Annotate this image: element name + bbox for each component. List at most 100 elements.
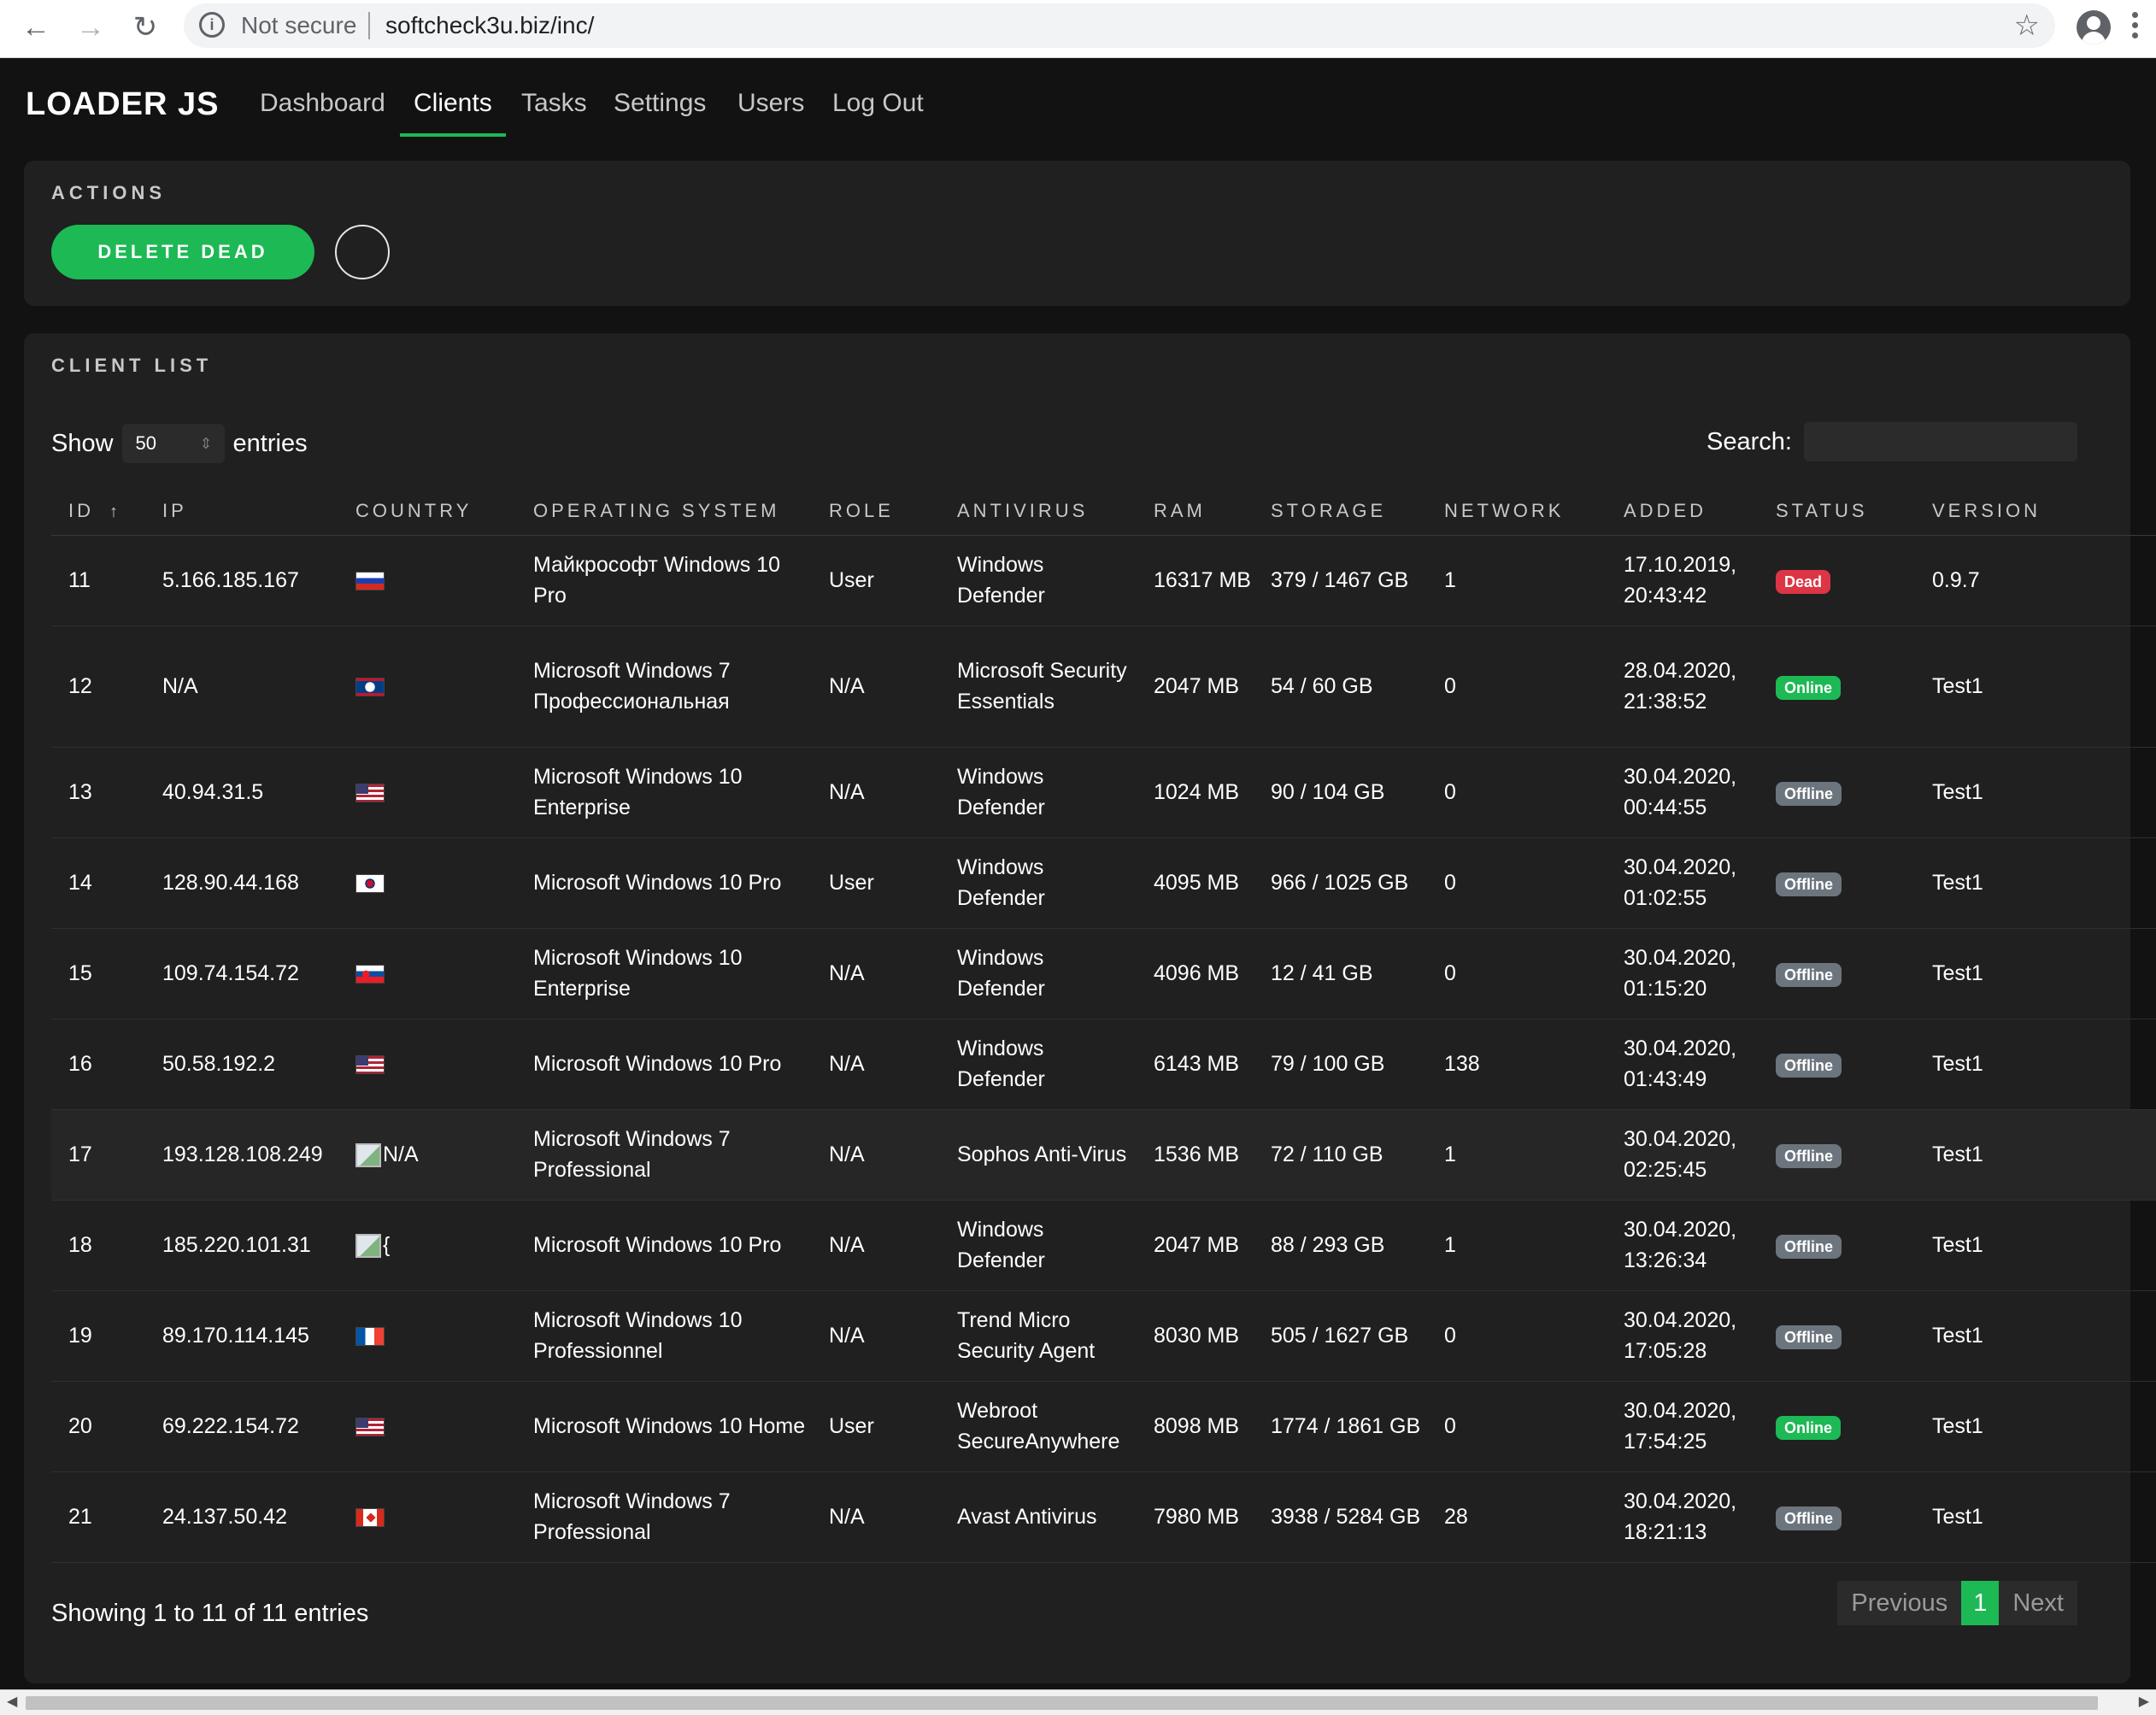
nav-clients[interactable]: Clients: [400, 89, 506, 137]
cell-av: Windows Defender: [940, 837, 1137, 929]
table-row[interactable]: 17 193.128.108.249 N/A Microsoft Windows 7 …: [51, 1109, 2156, 1201]
status-badge: Offline: [1776, 1325, 1842, 1349]
column-header-storage[interactable]: STORAGE: [1254, 487, 1427, 536]
cell-network: 0: [1427, 626, 1607, 748]
cell-id: 20: [51, 1381, 145, 1472]
cell-os: Microsoft Windows 10 Professionnel: [516, 1290, 812, 1382]
cell-version: Test1: [1915, 837, 2156, 929]
table-row[interactable]: 12 N/A Microsoft Windows 7 Профессиональна…: [51, 626, 2156, 748]
nav-dashboard[interactable]: Dashboard: [260, 89, 385, 118]
cell-ip: 89.170.114.145: [145, 1290, 338, 1382]
table-row[interactable]: 20 69.222.154.72 Microsoft Windows 10 Home…: [51, 1381, 2156, 1472]
forward-arrow-icon[interactable]: →: [72, 9, 109, 46]
cell-os: Microsoft Windows 10 Enterprise: [516, 747, 812, 838]
cell-version: Test1: [1915, 747, 2156, 838]
cell-id: 16: [51, 1019, 145, 1110]
cell-version: Test1: [1915, 928, 2156, 1019]
reload-icon[interactable]: ↻: [126, 9, 164, 46]
star-icon[interactable]: ☆: [2014, 9, 2040, 43]
flag-us-icon: [355, 784, 385, 803]
page-1-button[interactable]: 1: [1961, 1581, 2000, 1625]
scrollbar-thumb[interactable]: [26, 1696, 2098, 1710]
cell-country: [338, 928, 516, 1019]
cell-os: Microsoft Windows 10 Pro: [516, 837, 812, 929]
table-row[interactable]: 15 109.74.154.72 Microsoft Windows 10 Ente…: [51, 928, 2156, 1019]
cell-added: 30.04.2020, 18:21:13: [1607, 1471, 1759, 1563]
scroll-left-icon[interactable]: ◀: [7, 1693, 17, 1710]
column-header-version[interactable]: VERSION: [1915, 487, 2156, 536]
previous-button[interactable]: Previous: [1837, 1581, 1962, 1625]
column-header-network[interactable]: NETWORK: [1427, 487, 1607, 536]
column-header-os[interactable]: OPERATING SYSTEM: [516, 487, 812, 536]
flag-bz-icon: [355, 678, 385, 697]
column-header-role[interactable]: ROLE: [812, 487, 940, 536]
profile-avatar-icon[interactable]: [2077, 10, 2111, 44]
show-label: Show: [51, 429, 114, 457]
cell-role: User: [812, 1381, 940, 1472]
circle-button[interactable]: [335, 225, 390, 279]
sort-asc-icon: ↑: [109, 502, 118, 521]
column-header-antivirus[interactable]: ANTIVIRUS: [940, 487, 1137, 536]
column-header-id[interactable]: ID ↑: [51, 487, 145, 536]
cell-av: Sophos Anti-Virus: [940, 1109, 1137, 1201]
cell-country: [338, 837, 516, 929]
info-icon[interactable]: i: [199, 12, 225, 38]
separator: [368, 12, 370, 39]
search-label: Search:: [1707, 427, 1792, 455]
url-text[interactable]: softcheck3u.biz/inc/: [385, 12, 594, 39]
table-row[interactable]: 19 89.170.114.145 Microsoft Windows 10 Pro…: [51, 1290, 2156, 1382]
table-row[interactable]: 16 50.58.192.2 Microsoft Windows 10 Pro N/A…: [51, 1019, 2156, 1110]
cell-role: N/A: [812, 1109, 940, 1201]
cell-status: Online: [1759, 626, 1915, 748]
column-header-ram[interactable]: RAM: [1137, 487, 1254, 536]
search-input[interactable]: [1804, 422, 2077, 461]
table-row[interactable]: 13 40.94.31.5 Microsoft Windows 10 Enterpr…: [51, 747, 2156, 838]
cell-id: 12: [51, 626, 145, 748]
cell-role: N/A: [812, 1471, 940, 1563]
horizontal-scrollbar[interactable]: ◀ ▶: [0, 1689, 2156, 1715]
cell-status: Offline: [1759, 747, 1915, 838]
nav-settings[interactable]: Settings: [614, 89, 706, 118]
column-header-ip[interactable]: IP: [145, 487, 338, 536]
cell-ram: 7980 MB: [1137, 1471, 1254, 1563]
next-button[interactable]: Next: [1999, 1581, 2077, 1625]
flag-us-icon: [355, 1418, 385, 1437]
back-arrow-icon[interactable]: ←: [17, 9, 55, 46]
client-table: ID ↑ IP COUNTRY OPERATING SYSTEM ROLE ANT…: [51, 487, 2156, 1563]
cell-network: 1: [1427, 1200, 1607, 1291]
table-row[interactable]: 18 185.220.101.31 {Microsoft Windows 10 Pr…: [51, 1200, 2156, 1291]
column-header-status[interactable]: STATUS: [1759, 487, 1915, 536]
table-row[interactable]: 11 5.166.185.167 Майкрософт Windows 10 Pro…: [51, 535, 2156, 626]
cell-ram: 16317 MB: [1137, 535, 1254, 626]
cell-ip: 5.166.185.167: [145, 535, 338, 626]
cell-os: Microsoft Windows 10 Enterprise: [516, 928, 812, 1019]
cell-status: Dead: [1759, 535, 1915, 626]
cell-id: 17: [51, 1109, 145, 1201]
cell-status: Offline: [1759, 1200, 1915, 1291]
column-header-country[interactable]: COUNTRY: [338, 487, 516, 536]
nav-logout[interactable]: Log Out: [832, 89, 924, 118]
delete-dead-button[interactable]: DELETE DEAD: [51, 225, 314, 279]
cell-status: Online: [1759, 1381, 1915, 1472]
browser-toolbar: ← → ↻ i Not secure softcheck3u.biz/inc/ …: [0, 0, 2156, 58]
flag-sk-icon: [355, 965, 385, 984]
cell-storage: 505 / 1627 GB: [1254, 1290, 1427, 1382]
cell-id: 15: [51, 928, 145, 1019]
nav-users[interactable]: Users: [737, 89, 804, 118]
client-list-title: CLIENT LIST: [51, 355, 213, 376]
column-header-added[interactable]: ADDED: [1607, 487, 1759, 536]
menu-kebab-icon[interactable]: [2132, 12, 2141, 46]
cell-network: 138: [1427, 1019, 1607, 1110]
scroll-right-icon[interactable]: ▶: [2139, 1693, 2149, 1710]
table-row[interactable]: 21 24.137.50.42 Microsoft Windows 7 Profes…: [51, 1471, 2156, 1563]
cell-added: 30.04.2020, 01:43:49: [1607, 1019, 1759, 1110]
cell-added: 30.04.2020, 01:02:55: [1607, 837, 1759, 929]
table-row[interactable]: 14 128.90.44.168 Microsoft Windows 10 Pro U…: [51, 837, 2156, 929]
nav-tasks[interactable]: Tasks: [521, 89, 587, 118]
flag-ca-icon: [355, 1508, 385, 1528]
entries-select[interactable]: 50: [121, 424, 225, 463]
cell-network: 0: [1427, 928, 1607, 1019]
cell-ip: 50.58.192.2: [145, 1019, 338, 1110]
address-bar[interactable]: i Not secure softcheck3u.biz/inc/ ☆: [184, 3, 2055, 48]
cell-ram: 4095 MB: [1137, 837, 1254, 929]
